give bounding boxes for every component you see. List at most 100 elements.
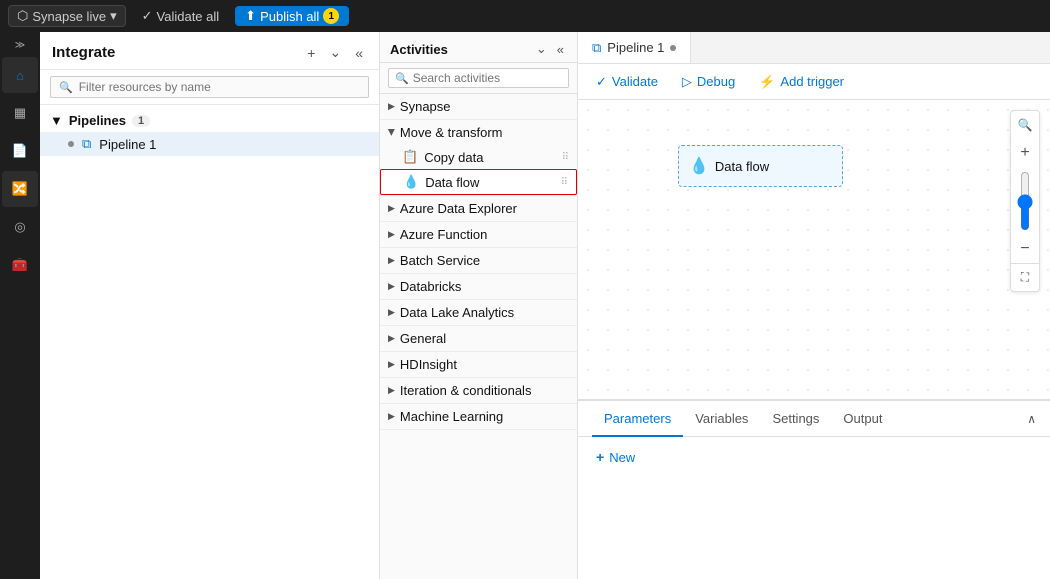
- sidebar-item-develop[interactable]: 📄: [2, 133, 38, 169]
- debug-button[interactable]: ▷ Debug: [678, 72, 739, 92]
- databricks-group: ▶ Databricks: [380, 274, 577, 300]
- batch-service-header[interactable]: ▶ Batch Service: [380, 248, 577, 273]
- zoom-fit-button[interactable]: ⛶: [1011, 263, 1039, 291]
- data-flow-item[interactable]: 💧 Data flow ⠿: [380, 169, 577, 195]
- azure-data-explorer-chevron: ▶: [388, 203, 395, 214]
- pipeline-1-tab[interactable]: ⧉ Pipeline 1: [578, 32, 691, 63]
- close-panel-button[interactable]: «: [351, 43, 367, 63]
- trigger-icon: ⚡: [759, 74, 775, 90]
- data-lake-analytics-header[interactable]: ▶ Data Lake Analytics: [380, 300, 577, 325]
- zoom-slider-wrap: [1015, 167, 1035, 235]
- data-flow-label: Data flow: [425, 175, 479, 190]
- debug-icon: ▷: [682, 74, 692, 90]
- trigger-btn-label: Add trigger: [780, 74, 844, 89]
- batch-service-group: ▶ Batch Service: [380, 248, 577, 274]
- pipeline-canvas-and-bottom: 💧 Data flow 🔍 + − ⛶ P: [578, 100, 1050, 579]
- publish-badge: 1: [323, 8, 339, 24]
- tab-settings-label: Settings: [772, 411, 819, 426]
- dataflow-node-label: Data flow: [715, 159, 769, 174]
- publish-label: Publish all: [260, 9, 319, 24]
- sidebar-expand-arrow[interactable]: ≫: [15, 36, 25, 55]
- zoom-slider[interactable]: [1015, 171, 1035, 231]
- collapse-button[interactable]: ⌄: [325, 42, 345, 63]
- copy-data-item[interactable]: 📋 Copy data ⠿: [380, 145, 577, 169]
- zoom-controls: 🔍 + − ⛶: [1010, 110, 1040, 292]
- data-icon: ▦: [14, 105, 26, 121]
- zoom-search-button[interactable]: 🔍: [1011, 111, 1039, 139]
- machine-learning-group: ▶ Machine Learning: [380, 404, 577, 430]
- pipelines-count: 1: [132, 115, 150, 127]
- pipeline-toolbar: ✓ Validate ▷ Debug ⚡ Add trigger: [578, 64, 1050, 100]
- validate-button[interactable]: ✓ Validate: [592, 72, 662, 92]
- iteration-conditionals-header[interactable]: ▶ Iteration & conditionals: [380, 378, 577, 403]
- validate-label: Validate all: [157, 9, 220, 24]
- synapse-label: Synapse live: [32, 9, 106, 24]
- activities-collapse-btn[interactable]: ⌄: [533, 40, 550, 58]
- activities-search-icon: 🔍: [395, 72, 409, 85]
- hdinsight-header[interactable]: ▶ HDInsight: [380, 352, 577, 377]
- pipeline-1-label: Pipeline 1: [99, 137, 156, 152]
- home-icon: ⌂: [16, 68, 24, 83]
- batch-service-label: Batch Service: [400, 253, 480, 268]
- azure-data-explorer-header[interactable]: ▶ Azure Data Explorer: [380, 196, 577, 221]
- copy-data-drag-handle: ⠿: [562, 152, 569, 163]
- add-trigger-button[interactable]: ⚡ Add trigger: [755, 72, 848, 92]
- validate-all-button[interactable]: ✓ Validate all: [134, 6, 228, 26]
- pipeline-tab-unsaved-dot: [670, 45, 676, 51]
- machine-learning-chevron: ▶: [388, 411, 395, 422]
- tab-variables[interactable]: Variables: [683, 402, 760, 437]
- new-parameter-button[interactable]: + New: [592, 447, 639, 467]
- sidebar-item-home[interactable]: ⌂: [2, 57, 38, 93]
- validate-btn-label: Validate: [612, 74, 658, 89]
- activities-panel: Activities ⌄ « 🔍 ▶ Synapse: [380, 32, 578, 579]
- activities-title: Activities: [390, 42, 448, 57]
- move-transform-group-header[interactable]: ▶ Move & transform: [380, 120, 577, 145]
- machine-learning-header[interactable]: ▶ Machine Learning: [380, 404, 577, 429]
- databricks-label: Databricks: [400, 279, 461, 294]
- general-header[interactable]: ▶ General: [380, 326, 577, 351]
- data-lake-analytics-label: Data Lake Analytics: [400, 305, 514, 320]
- filter-resources-input[interactable]: [79, 80, 360, 94]
- pipeline-tabbar: ⧉ Pipeline 1: [578, 32, 1050, 64]
- databricks-chevron: ▶: [388, 281, 395, 292]
- activities-close-btn[interactable]: «: [554, 40, 567, 58]
- publish-all-button[interactable]: ⬆ Publish all 1: [235, 6, 349, 26]
- integrate-icon: 🔀: [12, 181, 28, 197]
- move-transform-label: Move & transform: [400, 125, 503, 140]
- synapse-group-label: Synapse: [400, 99, 451, 114]
- synapse-chevron: ▶: [388, 101, 395, 112]
- add-resource-button[interactable]: +: [303, 43, 319, 63]
- tab-settings[interactable]: Settings: [760, 402, 831, 437]
- synapse-group-header[interactable]: ▶ Synapse: [380, 94, 577, 119]
- pipeline-tab-label: Pipeline 1: [607, 40, 664, 55]
- copy-data-icon: 📋: [402, 149, 418, 165]
- pipeline-1-item[interactable]: ⧉ Pipeline 1: [40, 132, 379, 156]
- tab-output[interactable]: Output: [831, 402, 894, 437]
- activities-search-input[interactable]: [413, 71, 562, 85]
- tab-parameters[interactable]: Parameters: [592, 402, 683, 437]
- filter-search-wrap: 🔍: [50, 76, 369, 98]
- sidebar-item-manage[interactable]: 🧰: [2, 247, 38, 283]
- main-layout: ≫ ⌂ ▦ 📄 🔀 ◎ 🧰 Integrate + ⌄ «: [0, 32, 1050, 579]
- synapse-live-button[interactable]: ⬡ Synapse live ▾: [8, 5, 126, 27]
- sidebar-item-data[interactable]: ▦: [2, 95, 38, 131]
- pipeline-tab-icon: ⧉: [592, 40, 601, 56]
- dataflow-node[interactable]: 💧 Data flow: [678, 145, 843, 187]
- batch-service-chevron: ▶: [388, 255, 395, 266]
- pipeline-canvas[interactable]: 💧 Data flow 🔍 + − ⛶: [578, 100, 1050, 399]
- monitor-icon: ◎: [14, 219, 25, 235]
- sidebar-item-monitor[interactable]: ◎: [2, 209, 38, 245]
- data-lake-analytics-group: ▶ Data Lake Analytics: [380, 300, 577, 326]
- zoom-out-button[interactable]: −: [1011, 235, 1039, 263]
- bottom-panel-collapse-btn[interactable]: ∧: [1027, 412, 1036, 426]
- databricks-header[interactable]: ▶ Databricks: [380, 274, 577, 299]
- sidebar-item-integrate[interactable]: 🔀: [2, 171, 38, 207]
- pipelines-label: Pipelines: [69, 113, 126, 128]
- iteration-conditionals-group: ▶ Iteration & conditionals: [380, 378, 577, 404]
- iteration-conditionals-chevron: ▶: [388, 385, 395, 396]
- zoom-in-button[interactable]: +: [1011, 139, 1039, 167]
- azure-function-header[interactable]: ▶ Azure Function: [380, 222, 577, 247]
- pipelines-group-header[interactable]: ▼ Pipelines 1: [40, 109, 379, 132]
- new-button-label: New: [609, 450, 635, 465]
- general-chevron: ▶: [388, 333, 395, 344]
